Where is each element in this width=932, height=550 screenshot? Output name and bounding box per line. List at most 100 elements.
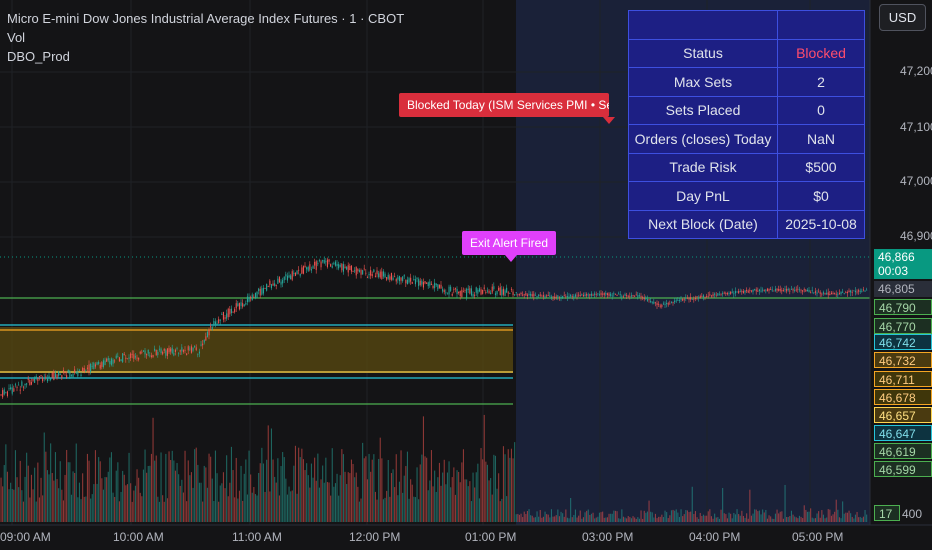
volume-bar bbox=[10, 482, 12, 522]
price-tag[interactable]: 46,599 bbox=[874, 461, 932, 477]
candle-body bbox=[642, 297, 644, 299]
volume-bar bbox=[270, 428, 272, 522]
candle-body bbox=[627, 295, 629, 297]
volume-bar bbox=[347, 472, 349, 522]
candle-body bbox=[678, 300, 680, 301]
volume-bar bbox=[502, 446, 504, 522]
volume-bar bbox=[318, 487, 320, 522]
volume-bar bbox=[770, 516, 772, 522]
volume-bar bbox=[86, 453, 88, 522]
candle-body bbox=[314, 261, 316, 266]
candle-body bbox=[592, 294, 594, 296]
candle-body bbox=[342, 264, 344, 272]
volume-bar bbox=[856, 511, 858, 522]
volume-bar bbox=[8, 489, 10, 522]
volume-bar bbox=[282, 452, 284, 522]
candle-body bbox=[170, 348, 172, 352]
candle-body bbox=[762, 289, 764, 291]
candle-body bbox=[368, 274, 370, 276]
volume-bar bbox=[674, 510, 676, 522]
candle-body bbox=[432, 286, 434, 288]
candle-body bbox=[477, 289, 479, 294]
volume-bar bbox=[525, 514, 527, 522]
price-tag[interactable]: 46,790 bbox=[874, 299, 932, 315]
candle-body bbox=[794, 289, 796, 291]
blocked-today-annotation[interactable]: Blocked Today (ISM Services PMI • Sev 3 bbox=[399, 93, 609, 117]
candle-body bbox=[234, 309, 236, 313]
volume-bar bbox=[715, 517, 717, 522]
candle-body bbox=[374, 275, 376, 277]
candle-body bbox=[826, 293, 828, 294]
price-tag[interactable]: 46,678 bbox=[874, 389, 932, 405]
price-tag[interactable]: 46,770 bbox=[874, 318, 932, 334]
volume-bar bbox=[253, 487, 255, 522]
candle-body bbox=[336, 263, 338, 267]
volume-bar bbox=[192, 487, 194, 522]
candle-body bbox=[589, 294, 591, 296]
candle-body bbox=[416, 278, 418, 280]
candle-body bbox=[174, 349, 176, 352]
candle-body bbox=[771, 289, 773, 291]
volume-bar bbox=[707, 511, 709, 522]
price-tag[interactable]: 46,657 bbox=[874, 407, 932, 423]
exit-alert-annotation[interactable]: Exit Alert Fired bbox=[462, 231, 557, 255]
candle-body bbox=[310, 269, 312, 271]
candle-body bbox=[626, 295, 628, 296]
volume-bar bbox=[659, 516, 661, 522]
candle-body bbox=[43, 377, 45, 379]
volume-tag[interactable]: 17 bbox=[874, 505, 900, 521]
currency-button[interactable]: USD bbox=[879, 4, 926, 31]
candle-body bbox=[474, 294, 476, 296]
price-tag[interactable]: 46,647 bbox=[874, 425, 932, 441]
symbol-title[interactable]: Micro E-mini Dow Jones Industrial Averag… bbox=[7, 9, 404, 28]
volume-bar bbox=[34, 467, 36, 522]
volume-bar bbox=[14, 450, 16, 522]
volume-bar bbox=[776, 509, 778, 522]
volume-bar bbox=[314, 457, 316, 522]
candle-body bbox=[619, 294, 621, 296]
candle-body bbox=[554, 296, 556, 298]
strategy-indicator-label[interactable]: DBO_Prod bbox=[7, 47, 404, 66]
candle-body bbox=[304, 265, 306, 268]
last-price-tag[interactable]: 46,866 00:03 bbox=[874, 249, 932, 279]
candle-body bbox=[344, 266, 346, 268]
volume-bar bbox=[238, 490, 240, 522]
volume-bar bbox=[608, 513, 610, 522]
candle-body bbox=[789, 290, 791, 292]
price-tag[interactable]: 46,711 bbox=[874, 371, 932, 387]
volume-bar bbox=[130, 483, 132, 522]
candle-body bbox=[683, 299, 685, 301]
candle-body bbox=[560, 297, 562, 299]
volume-bar bbox=[826, 517, 828, 522]
candle-body bbox=[251, 294, 253, 301]
candle-body bbox=[821, 293, 823, 295]
candle-body bbox=[429, 281, 431, 286]
candle-body bbox=[34, 377, 36, 383]
candle-body bbox=[358, 270, 360, 272]
volume-bar bbox=[133, 490, 135, 522]
candle-body bbox=[418, 279, 420, 286]
price-tag[interactable]: 46,742 bbox=[874, 334, 932, 350]
volume-bar bbox=[683, 514, 685, 522]
price-tag[interactable]: 46,732 bbox=[874, 352, 932, 368]
volume-bar bbox=[579, 510, 581, 522]
volume-bar bbox=[803, 505, 805, 522]
candle-body bbox=[766, 288, 768, 292]
volume-indicator-label[interactable]: Vol bbox=[7, 28, 404, 47]
candle-body bbox=[0, 394, 2, 396]
volume-bar bbox=[22, 501, 24, 522]
volume-bar bbox=[326, 482, 328, 522]
volume-bar bbox=[126, 484, 128, 522]
candle-body bbox=[747, 290, 749, 293]
volume-bar bbox=[858, 517, 860, 522]
price-tag[interactable]: 46,805 bbox=[874, 281, 932, 297]
candle-body bbox=[598, 294, 600, 296]
candle-body bbox=[840, 291, 842, 295]
candle-body bbox=[733, 293, 735, 295]
candle-body bbox=[832, 293, 834, 294]
candle-body bbox=[357, 268, 359, 272]
candle-body bbox=[74, 369, 76, 372]
candle-body bbox=[307, 266, 309, 271]
price-tag[interactable]: 46,619 bbox=[874, 443, 932, 459]
candle-body bbox=[664, 303, 666, 305]
